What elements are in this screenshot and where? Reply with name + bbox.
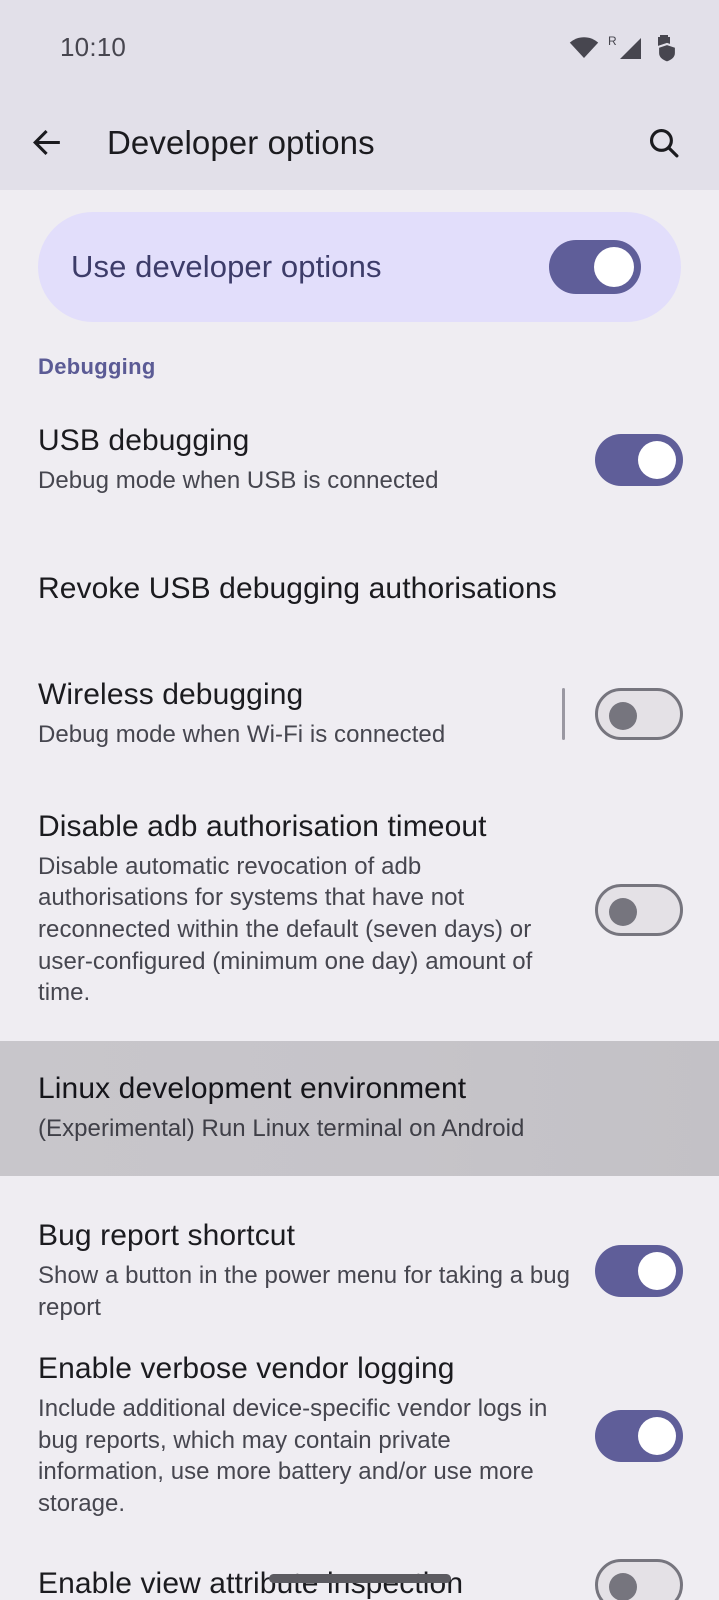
pref-text: Enable view attribute inspection (38, 1567, 595, 1600)
pref-title: Revoke USB debugging authorisations (38, 571, 557, 605)
enable-view-attribute-inspection-switch[interactable] (595, 1558, 683, 1600)
pref-text: Linux development environment (Experimen… (38, 1072, 683, 1144)
settings-list: Use developer options Debugging USB debu… (0, 190, 719, 1600)
pref-title: Wireless debugging (38, 677, 304, 711)
app-bar: Developer options (0, 95, 719, 190)
pref-title: Linux development environment (38, 1072, 467, 1106)
pref-text: Revoke USB debugging authorisations (38, 572, 683, 607)
back-arrow-icon[interactable] (18, 114, 76, 172)
switch-knob (594, 247, 634, 287)
pref-summary: Include additional device-specific vendo… (38, 1394, 548, 1517)
pref-title: USB debugging (38, 423, 250, 457)
pref-linux-development-environment[interactable]: Linux development environment (Experimen… (0, 1041, 719, 1177)
home-indicator[interactable] (268, 1574, 451, 1583)
disable-adb-authorisation-timeout-switch[interactable] (595, 883, 683, 936)
pref-usb-debugging[interactable]: USB debugging Debug mode when USB is con… (0, 408, 719, 512)
pref-summary: Disable automatic revocation of adb auth… (38, 852, 533, 1007)
wifi-icon (569, 36, 599, 60)
switch-knob (609, 702, 637, 730)
pref-summary: Debug mode when Wi-Fi is connected (38, 720, 446, 748)
pref-summary: Show a button in the power menu for taki… (38, 1261, 571, 1321)
status-bar-clock: 10:10 (60, 32, 127, 62)
pref-title: Bug report shortcut (38, 1219, 296, 1253)
pref-text: Enable verbose vendor logging Include ad… (38, 1352, 595, 1519)
enable-verbose-vendor-logging-switch[interactable] (595, 1409, 683, 1462)
pref-text: USB debugging Debug mode when USB is con… (38, 424, 595, 496)
bug-report-shortcut-switch[interactable] (595, 1245, 683, 1298)
use-developer-options-switch[interactable] (549, 240, 641, 294)
usb-debugging-switch[interactable] (595, 434, 683, 486)
section-header-debugging: Debugging (38, 354, 156, 379)
switch-knob (638, 1252, 676, 1291)
switch-divider (562, 688, 565, 740)
pref-text: Bug report shortcut Show a button in the… (38, 1219, 595, 1323)
pref-text: Disable adb authorisation timeout Disabl… (38, 810, 595, 1009)
pref-summary: (Experimental) Run Linux terminal on And… (38, 1115, 525, 1143)
search-icon[interactable] (635, 114, 693, 172)
use-developer-options-label: Use developer options (71, 249, 382, 284)
battery-protected-icon (653, 33, 681, 63)
switch-knob (638, 1416, 676, 1455)
pref-text: Wireless debugging Debug mode when Wi-Fi… (38, 678, 562, 750)
developer-options-screen: 10:10 R Developer options Use developer … (0, 0, 719, 1600)
pref-title: Enable verbose vendor logging (38, 1352, 455, 1386)
pref-title: Disable adb authorisation timeout (38, 810, 487, 843)
pref-wireless-debugging[interactable]: Wireless debugging Debug mode when Wi-Fi… (0, 662, 719, 766)
switch-knob (609, 1572, 637, 1600)
wireless-debugging-switch[interactable] (595, 688, 683, 740)
svg-text:R: R (608, 34, 617, 48)
pref-bug-report-shortcut[interactable]: Bug report shortcut Show a button in the… (0, 1206, 719, 1336)
status-bar: 10:10 R (0, 0, 719, 95)
pref-title: Enable view attribute inspection (38, 1567, 464, 1600)
pref-disable-adb-authorisation-timeout[interactable]: Disable adb authorisation timeout Disabl… (0, 810, 719, 1009)
switch-knob (638, 441, 676, 479)
use-developer-options-card[interactable]: Use developer options (38, 212, 681, 322)
switch-knob (609, 897, 637, 926)
pref-enable-verbose-vendor-logging[interactable]: Enable verbose vendor logging Include ad… (0, 1352, 719, 1519)
mobile-signal-roaming-icon: R (608, 34, 644, 62)
page-title: Developer options (107, 123, 375, 161)
pref-revoke-usb-debugging-authorisations[interactable]: Revoke USB debugging authorisations (0, 558, 719, 620)
status-bar-icons: R (569, 33, 681, 63)
pref-summary: Debug mode when USB is connected (38, 466, 439, 494)
